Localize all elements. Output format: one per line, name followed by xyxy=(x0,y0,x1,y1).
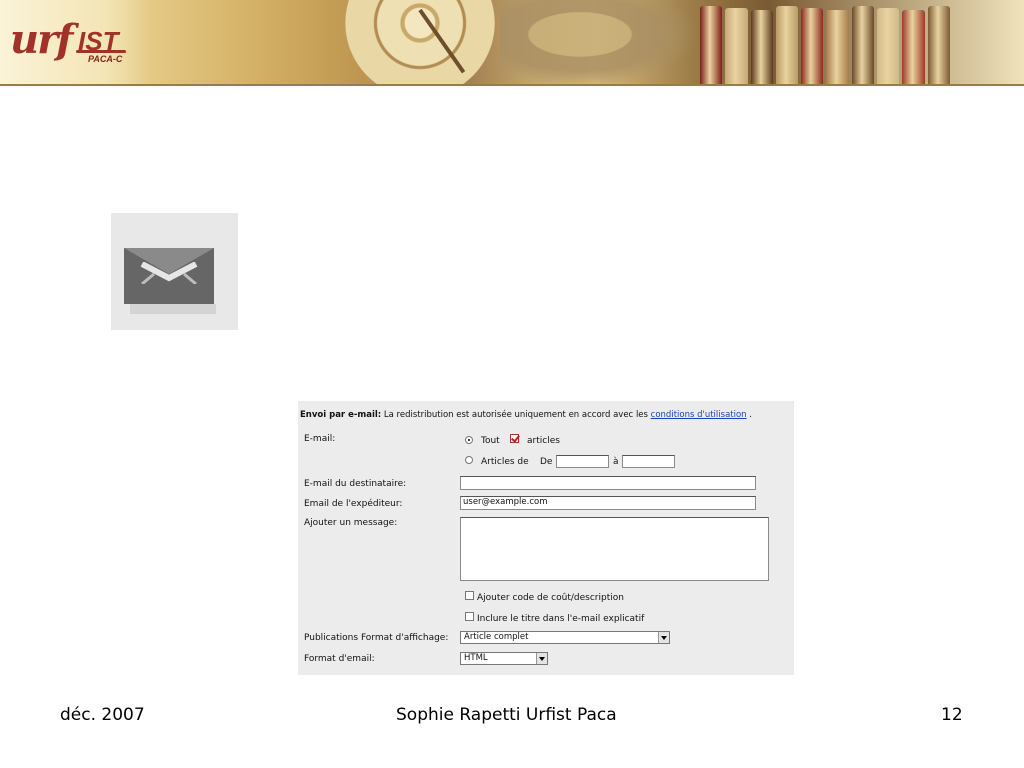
envelope-fold-icon xyxy=(140,262,198,284)
from-article-input[interactable] xyxy=(556,455,609,468)
form-header: Envoi par e-mail: La redistribution est … xyxy=(300,410,752,420)
chevron-down-icon xyxy=(658,632,669,643)
terms-of-use-link[interactable]: conditions d'utilisation xyxy=(651,410,747,420)
display-format-select[interactable]: Article complet xyxy=(460,631,670,644)
articles-label: articles xyxy=(527,436,560,446)
to-article-input[interactable] xyxy=(622,455,675,468)
book-spine xyxy=(801,8,824,86)
include-title-label: Inclure le titre dans l'e-mail explicati… xyxy=(477,614,645,624)
form-header-title: Envoi par e-mail: xyxy=(300,410,382,420)
articles-checkbox[interactable] xyxy=(510,434,519,443)
book-spine xyxy=(927,6,950,86)
book-spine xyxy=(725,8,748,86)
logo-swoosh xyxy=(76,50,126,53)
book-spine xyxy=(750,10,773,86)
email-label: E-mail: xyxy=(304,434,336,444)
display-format-label: Publications Format d'affichage: xyxy=(304,633,449,643)
form-header-text: La redistribution est autorisée uniqueme… xyxy=(381,410,651,420)
map-illustration xyxy=(500,0,700,86)
book-spine xyxy=(851,6,875,86)
message-label: Ajouter un message: xyxy=(304,518,398,528)
recipient-email-input[interactable] xyxy=(460,476,756,490)
email-format-value: HTML xyxy=(464,653,488,663)
slide: urf IST PACA-C Envoi par e-mail: La redi… xyxy=(0,0,1024,768)
logo-text-main: urf xyxy=(10,16,73,63)
chevron-down-icon xyxy=(536,653,547,664)
book-spine xyxy=(775,6,799,86)
radio-articles-de-label: Articles de xyxy=(481,457,529,467)
recipient-label: E-mail du destinataire: xyxy=(304,479,407,489)
books-illustration xyxy=(700,6,950,86)
footer-date: déc. 2007 xyxy=(60,705,145,725)
radio-all[interactable] xyxy=(465,436,473,444)
book-spine xyxy=(826,10,849,86)
radio-all-label: Tout xyxy=(481,436,500,446)
email-format-label: Format d'email: xyxy=(304,654,375,664)
from-label: De xyxy=(540,457,553,467)
email-format-select[interactable]: HTML xyxy=(460,652,548,665)
email-form-screenshot: Envoi par e-mail: La redistribution est … xyxy=(298,401,794,675)
cost-code-checkbox[interactable] xyxy=(465,591,474,600)
book-spine xyxy=(902,10,925,86)
envelope-shadow xyxy=(130,304,216,314)
sender-email-input[interactable]: user@example.com xyxy=(460,496,756,510)
book-spine xyxy=(700,6,723,86)
cost-code-label: Ajouter code de coût/description xyxy=(477,593,624,603)
banner-divider xyxy=(0,84,1024,86)
logo-subtitle: PACA-C xyxy=(88,54,123,64)
header-banner: urf IST PACA-C xyxy=(0,0,1024,86)
footer-page-number: 12 xyxy=(941,705,963,725)
display-format-value: Article complet xyxy=(464,632,529,642)
include-title-checkbox[interactable] xyxy=(465,612,474,621)
footer-author: Sophie Rapetti Urfist Paca xyxy=(396,705,617,725)
to-label: à xyxy=(613,457,619,467)
form-header-end: . xyxy=(746,410,752,420)
urfist-logo: urf IST PACA-C xyxy=(0,0,150,86)
sender-label: Email de l'expéditeur: xyxy=(304,499,403,509)
message-textarea[interactable] xyxy=(460,517,769,581)
book-spine xyxy=(877,8,900,86)
radio-articles-de[interactable] xyxy=(465,456,473,464)
